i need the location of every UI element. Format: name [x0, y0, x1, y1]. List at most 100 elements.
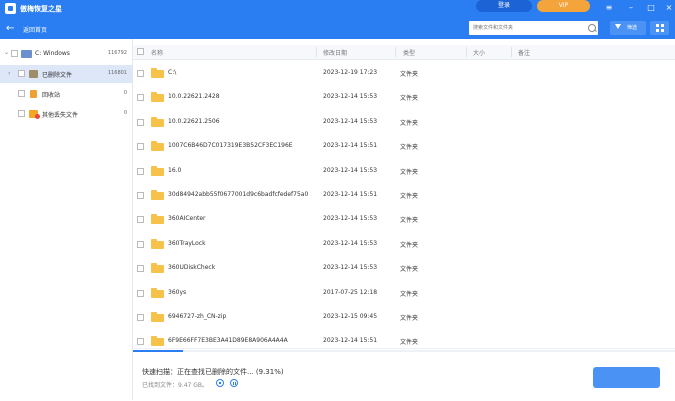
row-checkbox[interactable]	[137, 338, 144, 345]
column-header-type[interactable]: 类型	[403, 48, 415, 57]
row-checkbox[interactable]	[137, 216, 144, 223]
maximize-icon[interactable]: □	[644, 2, 658, 14]
folder-icon	[151, 263, 164, 273]
table-row[interactable]: 360ys 2017-07-25 12:18 文件夹	[133, 281, 675, 305]
folder-icon	[151, 239, 164, 249]
sidebar: ⌄ C: Windows 116792 › 已删除文件 116801 回收站 0…	[0, 39, 133, 400]
file-type: 文件夹	[400, 291, 419, 298]
table-row[interactable]: 30d84942abb55f0677001d9c6badfcfedef75a0 …	[133, 183, 675, 207]
file-date: 2023-12-14 15:51	[323, 142, 378, 149]
folder-icon	[151, 214, 164, 224]
row-checkbox[interactable]	[137, 265, 144, 272]
column-divider[interactable]	[395, 47, 396, 57]
file-type: 文件夹	[400, 315, 419, 322]
file-date: 2023-12-14 15:53	[323, 215, 378, 222]
item-count: 0	[123, 110, 127, 116]
close-icon[interactable]: ×	[662, 2, 675, 14]
table-row[interactable]: 360UDiskCheck 2023-12-14 15:53 文件夹	[133, 256, 675, 280]
column-divider[interactable]	[466, 47, 467, 57]
deleted-folder-icon	[29, 70, 38, 78]
column-header-size[interactable]: 大小	[473, 48, 485, 57]
found-size-text: 已找到文件：9.47 GB。	[142, 382, 209, 389]
minimize-icon[interactable]: –	[624, 2, 638, 14]
select-all-checkbox[interactable]	[137, 48, 144, 55]
drive-icon	[21, 50, 32, 58]
file-date: 2023-12-14 15:53	[323, 118, 378, 125]
row-checkbox[interactable]	[137, 290, 144, 297]
folder-icon	[151, 336, 164, 346]
row-checkbox[interactable]	[137, 70, 144, 77]
recycle-bin-checkbox[interactable]	[18, 90, 25, 97]
table-row[interactable]: 10.0.22621.2506 2023-12-14 15:53 文件夹	[133, 110, 675, 134]
scan-status-text: 快速扫描：正在查找已删除的文件... (9.31%)	[142, 368, 284, 376]
filter-button[interactable]: 筛选	[610, 21, 646, 35]
app-title: 傲梅恢复之星	[20, 5, 62, 13]
chevron-right-icon[interactable]: ›	[8, 70, 10, 77]
column-header-notes[interactable]: 备注	[518, 48, 530, 57]
file-name: 360UDiskCheck	[168, 264, 216, 271]
pause-icon[interactable]	[230, 379, 238, 387]
row-checkbox[interactable]	[137, 94, 144, 101]
table-row[interactable]: C:\ 2023-12-19 17:23 文件夹	[133, 61, 675, 85]
file-type: 文件夹	[400, 71, 419, 78]
stop-scan-button[interactable]	[593, 367, 660, 388]
file-name: 360AICenter	[168, 215, 206, 222]
back-arrow-icon[interactable]: ←	[6, 23, 14, 34]
row-checkbox[interactable]	[137, 143, 144, 150]
file-name: 360TrayLock	[168, 240, 206, 247]
other-lost-checkbox[interactable]	[18, 110, 25, 117]
stop-icon[interactable]	[216, 379, 224, 387]
file-date: 2023-12-14 15:53	[323, 93, 378, 100]
row-checkbox[interactable]	[137, 314, 144, 321]
row-checkbox[interactable]	[137, 241, 144, 248]
file-name: 1007C6B46D7C017319E3B52CF3EC196E	[168, 142, 293, 149]
file-date: 2023-12-14 15:51	[323, 191, 378, 198]
file-name: 6946727-zh_CN-zip	[168, 313, 227, 320]
view-toggle-button[interactable]	[650, 21, 669, 35]
search-icon[interactable]	[588, 24, 596, 32]
column-divider[interactable]	[316, 47, 317, 57]
table-row[interactable]: 1007C6B46D7C017319E3B52CF3EC196E 2023-12…	[133, 134, 675, 158]
lost-files-icon	[29, 110, 40, 119]
sidebar-item-label: 已删除文件	[42, 72, 73, 79]
deleted-files-checkbox[interactable]	[18, 70, 25, 77]
table-row[interactable]: 360TrayLock 2023-12-14 15:53 文件夹	[133, 232, 675, 256]
column-header-date[interactable]: 修改日期	[323, 48, 347, 57]
back-home-link[interactable]: 返回首页	[23, 25, 47, 34]
search-input[interactable]	[469, 21, 598, 35]
sidebar-item-other-lost-files[interactable]: 其他丢失文件 0	[0, 105, 132, 123]
menu-icon[interactable]: ≡	[602, 2, 616, 14]
table-row[interactable]: 360AICenter 2023-12-14 15:53 文件夹	[133, 207, 675, 231]
filter-icon	[615, 24, 621, 29]
column-divider[interactable]	[511, 47, 512, 57]
table-row[interactable]: 10.0.22621.2428 2023-12-14 15:53 文件夹	[133, 85, 675, 109]
file-date: 2023-12-14 15:53	[323, 264, 378, 271]
item-count: 0	[123, 90, 127, 96]
folder-icon	[151, 190, 164, 200]
file-name: 10.0.22621.2428	[168, 93, 220, 100]
vip-button[interactable]: VIP	[537, 0, 590, 12]
file-type: 文件夹	[400, 339, 419, 346]
sidebar-item-deleted-files[interactable]: › 已删除文件 116801	[0, 65, 132, 83]
chevron-down-icon[interactable]: ⌄	[4, 49, 9, 56]
table-row[interactable]: 16.0 2023-12-14 15:53 文件夹	[133, 159, 675, 183]
folder-icon	[151, 166, 164, 176]
table-header: 名称 修改日期 类型 大小 备注	[133, 45, 675, 60]
folder-icon	[151, 312, 164, 322]
file-type: 文件夹	[400, 120, 419, 127]
folder-icon	[151, 68, 164, 78]
sidebar-item-recycle-bin[interactable]: 回收站 0	[0, 85, 132, 103]
sidebar-item-drive-c[interactable]: ⌄ C: Windows 116792	[0, 45, 132, 63]
row-checkbox[interactable]	[137, 119, 144, 126]
item-count: 116801	[107, 70, 127, 76]
drive-checkbox[interactable]	[11, 50, 18, 57]
column-header-name[interactable]: 名称	[151, 48, 163, 57]
file-type: 文件夹	[400, 95, 419, 102]
row-checkbox[interactable]	[137, 168, 144, 175]
file-name: 10.0.22621.2506	[168, 118, 220, 125]
scan-progress-fill	[133, 350, 184, 352]
table-row[interactable]: 6946727-zh_CN-zip 2023-12-15 09:45 文件夹	[133, 305, 675, 329]
row-checkbox[interactable]	[137, 192, 144, 199]
login-button[interactable]: 登录	[476, 0, 532, 12]
file-date: 2023-12-19 17:23	[323, 69, 378, 76]
